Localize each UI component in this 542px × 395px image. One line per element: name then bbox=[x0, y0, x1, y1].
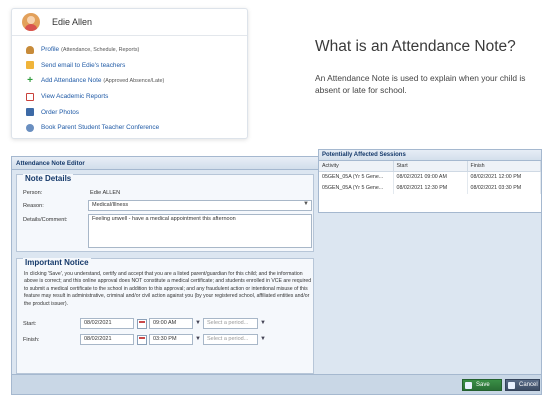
student-card-header: Edie Allen bbox=[12, 9, 247, 36]
save-icon bbox=[465, 381, 472, 389]
important-notice-panel: Important Notice In clicking 'Save', you… bbox=[16, 258, 314, 374]
sessions-table: Activity Start Finish 05GEN_05A (Yr 5 Ge… bbox=[319, 161, 541, 194]
affected-sessions-panel: Potentially Affected Sessions Activity S… bbox=[318, 149, 542, 213]
menu-item-sub: (Approved Absence/Late) bbox=[103, 77, 165, 84]
profile-icon bbox=[26, 45, 34, 54]
details-textarea[interactable]: Feeling unwell - have a medical appointm… bbox=[88, 214, 312, 248]
editor-footer: Save Cancel bbox=[12, 374, 541, 394]
table-cell: 05GEN_05A (Yr 5 Gene... bbox=[319, 171, 394, 183]
reason-label: Reason: bbox=[23, 203, 44, 209]
student-menu: Profile (Attendance, Schedule, Reports) … bbox=[12, 36, 247, 136]
chevron-down-icon[interactable]: ▼ bbox=[195, 336, 201, 342]
menu-item-email[interactable]: Send email to Edie's teachers bbox=[26, 58, 247, 74]
calendar-icon[interactable] bbox=[137, 319, 147, 329]
photo-icon bbox=[26, 108, 34, 117]
menu-item-conference[interactable]: Book Parent Student Teacher Conference bbox=[26, 120, 247, 136]
cancel-label: Cancel bbox=[519, 382, 538, 388]
column-header[interactable]: Start bbox=[393, 161, 468, 172]
mail-icon bbox=[26, 61, 34, 70]
reason-value: Medical/Illness bbox=[92, 202, 129, 208]
menu-item-label[interactable]: Order Photos bbox=[41, 109, 79, 116]
sessions-title: Potentially Affected Sessions bbox=[319, 150, 541, 161]
table-cell: 08/02/2021 12:30 PM bbox=[393, 182, 468, 194]
reason-select[interactable]: Medical/Illness ▼ bbox=[88, 200, 312, 211]
start-label: Start: bbox=[23, 321, 37, 327]
finish-time-value: 03:30 PM bbox=[153, 336, 177, 342]
notice-text: In clicking 'Save', you understand, cert… bbox=[24, 271, 312, 307]
page-heading: What is an Attendance Note? bbox=[315, 38, 516, 55]
important-notice-legend: Important Notice bbox=[23, 258, 91, 267]
details-value: Feeling unwell - have a medical appointm… bbox=[92, 216, 236, 222]
table-header-row: Activity Start Finish bbox=[319, 161, 541, 172]
table-row[interactable]: 05GEN_05A (Yr 5 Gene... 08/02/2021 09:00… bbox=[319, 171, 541, 183]
finish-period-placeholder: Select a period... bbox=[207, 336, 249, 342]
menu-item-label[interactable]: Profile bbox=[41, 46, 59, 53]
menu-item-photos[interactable]: Order Photos bbox=[26, 104, 247, 120]
column-header[interactable]: Activity bbox=[319, 161, 394, 172]
cancel-icon bbox=[508, 381, 515, 389]
chevron-down-icon[interactable]: ▼ bbox=[260, 336, 266, 342]
save-button[interactable]: Save bbox=[462, 379, 502, 391]
start-date-input[interactable]: 08/02/2021 bbox=[80, 318, 134, 329]
menu-item-sub: (Attendance, Schedule, Reports) bbox=[61, 46, 140, 53]
menu-item-label[interactable]: Send email to Edie's teachers bbox=[41, 62, 125, 69]
table-cell: 08/02/2021 12:00 PM bbox=[467, 171, 541, 183]
conference-icon bbox=[26, 123, 34, 132]
cancel-button[interactable]: Cancel bbox=[505, 379, 540, 391]
note-details-legend: Note Details bbox=[23, 174, 74, 183]
start-date-value: 08/02/2021 bbox=[84, 320, 112, 326]
person-value: Edie ALLEN bbox=[90, 190, 121, 196]
person-label: Person: bbox=[23, 190, 43, 196]
finish-label: Finish: bbox=[23, 337, 40, 343]
calendar-icon[interactable] bbox=[137, 335, 147, 345]
note-details-panel: Note Details Person: Edie ALLEN Reason: … bbox=[16, 174, 314, 252]
plus-icon: + bbox=[27, 74, 33, 86]
chevron-down-icon[interactable]: ▼ bbox=[195, 320, 201, 326]
menu-item-label[interactable]: Book Parent Student Teacher Conference bbox=[41, 124, 159, 131]
start-period-placeholder: Select a period... bbox=[207, 320, 249, 326]
finish-time-input[interactable]: 03:30 PM bbox=[149, 334, 193, 345]
student-card: Edie Allen Profile (Attendance, Schedule… bbox=[11, 8, 248, 139]
chevron-down-icon: ▼ bbox=[303, 201, 309, 207]
chevron-down-icon[interactable]: ▼ bbox=[260, 320, 266, 326]
save-label: Save bbox=[476, 382, 490, 388]
avatar bbox=[22, 13, 40, 31]
table-row[interactable]: 05GEN_05A (Yr 5 Gene... 08/02/2021 12:30… bbox=[319, 182, 541, 194]
start-time-input[interactable]: 09:00 AM bbox=[149, 318, 193, 329]
finish-period-select[interactable]: Select a period... bbox=[203, 334, 258, 345]
table-cell: 08/02/2021 09:00 AM bbox=[393, 171, 468, 183]
menu-item-profile[interactable]: Profile (Attendance, Schedule, Reports) bbox=[26, 42, 247, 58]
attendance-note-editor: Attendance Note Editor ✕ Note Details Pe… bbox=[11, 149, 542, 395]
student-name: Edie Allen bbox=[52, 17, 93, 27]
menu-item-reports[interactable]: View Academic Reports bbox=[26, 89, 247, 105]
menu-item-label[interactable]: View Academic Reports bbox=[41, 93, 108, 100]
finish-date-input[interactable]: 08/02/2021 bbox=[80, 334, 134, 345]
table-cell: 05GEN_05A (Yr 5 Gene... bbox=[319, 182, 394, 194]
finish-date-value: 08/02/2021 bbox=[84, 336, 112, 342]
column-header[interactable]: Finish bbox=[467, 161, 541, 172]
report-icon bbox=[26, 92, 34, 101]
start-period-select[interactable]: Select a period... bbox=[203, 318, 258, 329]
menu-item-label[interactable]: Add Attendance Note bbox=[41, 77, 101, 84]
table-cell: 08/02/2021 03:30 PM bbox=[467, 182, 541, 194]
start-time-value: 09:00 AM bbox=[153, 320, 177, 326]
menu-item-attendance-note[interactable]: + Add Attendance Note (Approved Absence/… bbox=[26, 73, 247, 89]
intro-text: An Attendance Note is used to explain wh… bbox=[315, 73, 526, 95]
details-label: Details/Comment: bbox=[23, 217, 68, 223]
